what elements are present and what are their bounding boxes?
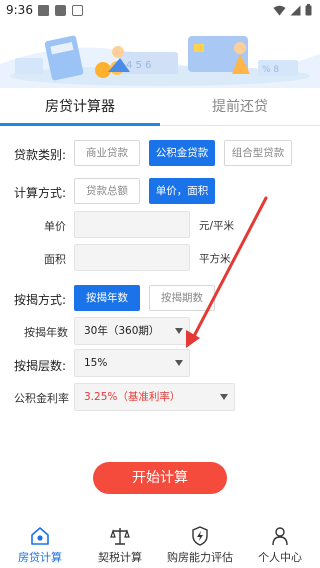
fund-rate-label: 公积金利率 <box>14 392 69 405</box>
loan-type-provident-fund-button[interactable]: 公积金贷款 <box>149 140 215 166</box>
unit-price-unit: 元/平米 <box>199 220 235 232</box>
nav-purchase-ability[interactable]: 购房能力评估 <box>160 526 240 565</box>
wifi-icon <box>273 5 286 15</box>
loan-type-label: 贷款类别: <box>14 148 67 162</box>
nav-mortgage-calc[interactable]: 房贷计算 <box>0 526 80 565</box>
mortgage-years-label: 按揭年数 <box>24 326 68 339</box>
svg-text:4 5 6: 4 5 6 <box>126 60 151 71</box>
chevron-down-icon <box>220 394 228 400</box>
scale-icon <box>110 528 130 545</box>
header-illustration: 4 5 6 % 8 <box>0 24 320 88</box>
bottom-navigation: 房贷计算 契税计算 购房能力评估 个人中心 <box>0 520 320 568</box>
mortgage-method-years-button[interactable]: 按揭年数 <box>74 285 140 311</box>
mortgage-method-label: 按揭方式: <box>14 293 67 307</box>
mortgage-ratio-select[interactable]: 15% <box>74 349 190 377</box>
nav-label: 购房能力评估 <box>167 551 233 564</box>
unit-price-label: 单价 <box>44 220 66 233</box>
mortgage-years-value: 30年（360期） <box>84 325 160 337</box>
unit-price-input[interactable] <box>74 211 190 238</box>
mortgage-ratio-label: 按揭层数: <box>14 359 67 373</box>
chevron-down-icon <box>175 328 183 334</box>
active-tab-indicator <box>0 123 160 126</box>
area-unit: 平方米 <box>199 253 231 265</box>
status-time: 9:36 <box>6 3 33 17</box>
area-input[interactable] <box>74 244 190 271</box>
signal-icon <box>290 5 301 15</box>
person-icon <box>272 527 288 546</box>
loan-type-combined-button[interactable]: 组合型贷款 <box>224 140 292 166</box>
start-calculation-button[interactable]: 开始计算 <box>93 462 227 494</box>
nav-deed-tax[interactable]: 契税计算 <box>80 526 160 565</box>
nav-label: 个人中心 <box>258 551 302 564</box>
tab-bar: 房贷计算器 提前还贷 <box>0 88 320 126</box>
mortgage-ratio-value: 15% <box>84 357 108 369</box>
tab-early-repayment[interactable]: 提前还贷 <box>160 88 320 126</box>
notification-icons <box>38 5 83 16</box>
area-label: 面积 <box>44 253 66 266</box>
tab-mortgage-calculator[interactable]: 房贷计算器 <box>0 88 160 126</box>
status-bar: 9:36 <box>0 0 320 24</box>
calc-method-label: 计算方式: <box>14 186 67 200</box>
nav-label: 契税计算 <box>98 551 142 564</box>
app-notification-icon <box>72 5 83 16</box>
fund-rate-value: 3.25%（基准利率） <box>84 391 181 403</box>
mortgage-years-select[interactable]: 30年（360期） <box>74 317 190 345</box>
nav-profile[interactable]: 个人中心 <box>240 526 320 565</box>
notification-icon <box>38 5 49 16</box>
house-icon <box>31 527 49 545</box>
calc-method-total-button[interactable]: 贷款总额 <box>74 178 140 204</box>
fund-rate-select[interactable]: 3.25%（基准利率） <box>74 383 235 411</box>
svg-text:% 8: % 8 <box>262 65 279 75</box>
loan-type-commercial-button[interactable]: 商业贷款 <box>74 140 140 166</box>
image-notification-icon <box>55 5 66 16</box>
calc-method-price-area-button[interactable]: 单价，面积 <box>149 178 215 204</box>
shield-lightning-icon <box>192 526 208 546</box>
chevron-down-icon <box>175 360 183 366</box>
nav-label: 房贷计算 <box>18 551 62 564</box>
system-icons <box>273 4 312 16</box>
mortgage-method-periods-button[interactable]: 按揭期数 <box>149 285 215 311</box>
battery-icon <box>305 4 312 16</box>
